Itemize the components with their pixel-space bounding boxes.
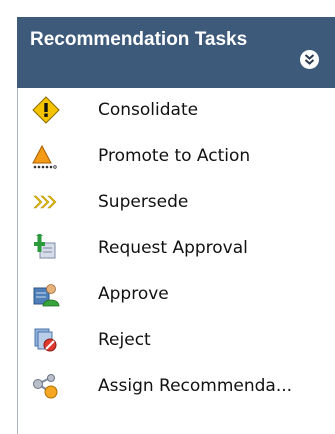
promote-icon <box>32 142 60 170</box>
task-supersede[interactable]: Supersede <box>18 180 335 226</box>
task-list: Consolidate Promote to Action Supersede … <box>17 88 335 434</box>
panel-header: Recommendation Tasks <box>17 17 335 88</box>
task-assign-recommendation[interactable]: Assign Recommenda... <box>18 364 335 410</box>
task-promote-to-action[interactable]: Promote to Action <box>18 134 335 180</box>
task-label: Request Approval <box>98 238 248 258</box>
task-label: Supersede <box>98 192 189 212</box>
task-label: Assign Recommenda... <box>98 376 293 396</box>
task-label: Promote to Action <box>98 146 251 166</box>
double-chevron-down-icon <box>304 54 315 65</box>
task-consolidate[interactable]: Consolidate <box>18 88 335 134</box>
task-label: Approve <box>98 284 169 304</box>
recommendation-tasks-panel: Recommendation Tasks Consolidate Promote… <box>0 0 335 434</box>
task-reject[interactable]: Reject <box>18 318 335 364</box>
collapse-button[interactable] <box>300 50 319 69</box>
task-label: Consolidate <box>98 100 199 120</box>
supersede-icon <box>32 188 60 216</box>
request-approval-icon <box>32 234 60 262</box>
panel-title: Recommendation Tasks <box>30 29 248 50</box>
task-label: Reject <box>98 330 151 350</box>
assign-icon <box>32 372 60 400</box>
task-approve[interactable]: Approve <box>18 272 335 318</box>
approve-icon <box>32 280 60 308</box>
task-request-approval[interactable]: Request Approval <box>18 226 335 272</box>
consolidate-icon <box>32 96 60 124</box>
reject-icon <box>32 326 60 354</box>
